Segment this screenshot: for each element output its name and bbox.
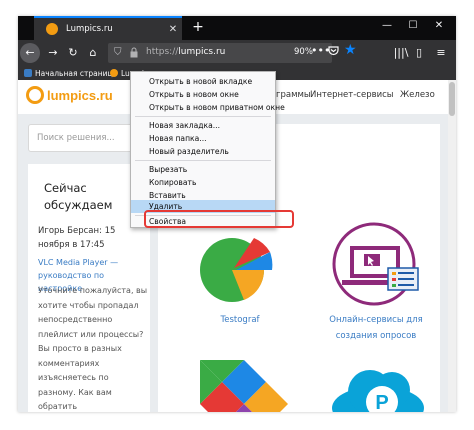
comment-text: Уточните пожалуйста, вы хотите чтобы про…	[38, 286, 148, 411]
scrollbar-thumb[interactable]	[449, 82, 455, 116]
logo-icon	[26, 86, 44, 104]
bookmark-star-icon[interactable]: ★	[344, 42, 357, 58]
nav-link-internet-services[interactable]: Интернет-сервисы	[310, 90, 394, 100]
home-button[interactable]: ⌂	[84, 45, 102, 61]
nav-link-hardware[interactable]: Железо	[400, 90, 435, 100]
url-bar[interactable]: ⛉ https://lumpics.ru 90%	[108, 43, 332, 63]
delete-highlight-frame	[144, 210, 294, 228]
forward-button[interactable]: →	[44, 45, 62, 61]
testograf-chart-icon[interactable]	[198, 230, 278, 310]
ctx-open-new-window[interactable]: Открыть в новом окне	[131, 88, 275, 101]
tab-lumpics[interactable]: Lumpics.ru ✕	[34, 16, 182, 40]
lumpics-favicon-icon	[46, 23, 58, 35]
minimize-button[interactable]: —	[378, 20, 396, 31]
ctx-copy[interactable]: Копировать	[131, 176, 275, 189]
new-tab-button[interactable]: +	[190, 19, 206, 35]
diamond-grid-icon[interactable]	[196, 356, 292, 412]
browser-window: Lumpics.ru ✕ + — ☐ ✕ ← → ↻ ⌂ ⛉ https://l…	[18, 16, 456, 412]
survey-monitor-icon[interactable]	[332, 222, 424, 308]
tab-title: Lumpics.ru	[66, 24, 113, 34]
menu-separator	[135, 116, 271, 117]
svg-text:P: P	[375, 392, 388, 412]
bookmark-start-page[interactable]: Начальная страница	[24, 66, 117, 80]
discussion-heading: Сейчас обсуждаем	[44, 181, 113, 212]
card-testograf-title[interactable]: Testograf	[200, 312, 280, 328]
lumpics-favicon-icon	[110, 69, 118, 77]
ctx-cut[interactable]: Вырезать	[131, 163, 275, 176]
sidebar-button[interactable]: ▯	[410, 45, 428, 61]
back-button[interactable]: ←	[20, 43, 40, 63]
ctx-new-bookmark[interactable]: Новая закладка...	[131, 119, 275, 132]
card-survey-services-title[interactable]: Онлайн-сервисы для создания опросов	[316, 312, 436, 344]
maximize-button[interactable]: ☐	[404, 20, 422, 31]
hamburger-menu-button[interactable]: ≡	[432, 45, 450, 61]
site-logo[interactable]: lumpics.ru	[26, 86, 113, 104]
comment-author: Игорь Берсан: 15 ноября в 17:45	[38, 226, 116, 250]
bookmark-label: Начальная страница	[35, 68, 118, 78]
tab-close-icon[interactable]: ✕	[164, 24, 182, 35]
page-scrollbar[interactable]	[448, 80, 456, 412]
reload-button[interactable]: ↻	[64, 45, 82, 61]
ctx-open-new-tab[interactable]: Открыть в новой вкладке	[131, 75, 275, 88]
ctx-open-private-window[interactable]: Открыть в новом приватном окне	[131, 101, 285, 114]
library-button[interactable]: |||\	[392, 45, 410, 61]
folder-icon	[24, 69, 32, 77]
nav-bar: ← → ↻ ⌂ ⛉ https://lumpics.ru 90% ••• ★ |…	[18, 40, 456, 66]
pocket-icon[interactable]	[328, 45, 339, 56]
tab-bar: Lumpics.ru ✕ + — ☐ ✕	[18, 16, 456, 40]
lock-icon[interactable]	[130, 47, 138, 58]
nav-link-programs[interactable]: граммы	[276, 90, 311, 100]
ctx-new-separator[interactable]: Новый разделитель	[131, 145, 275, 158]
menu-separator	[135, 160, 271, 161]
ctx-new-folder[interactable]: Новая папка...	[131, 132, 275, 145]
url-text[interactable]: https://lumpics.ru	[146, 47, 225, 57]
bookmark-context-menu: Открыть в новой вкладке Открыть в новом …	[130, 71, 285, 228]
window-close-button[interactable]: ✕	[430, 20, 448, 31]
tracking-shield-icon[interactable]: ⛉	[114, 47, 122, 58]
cloud-p-icon[interactable]: P	[326, 362, 430, 412]
